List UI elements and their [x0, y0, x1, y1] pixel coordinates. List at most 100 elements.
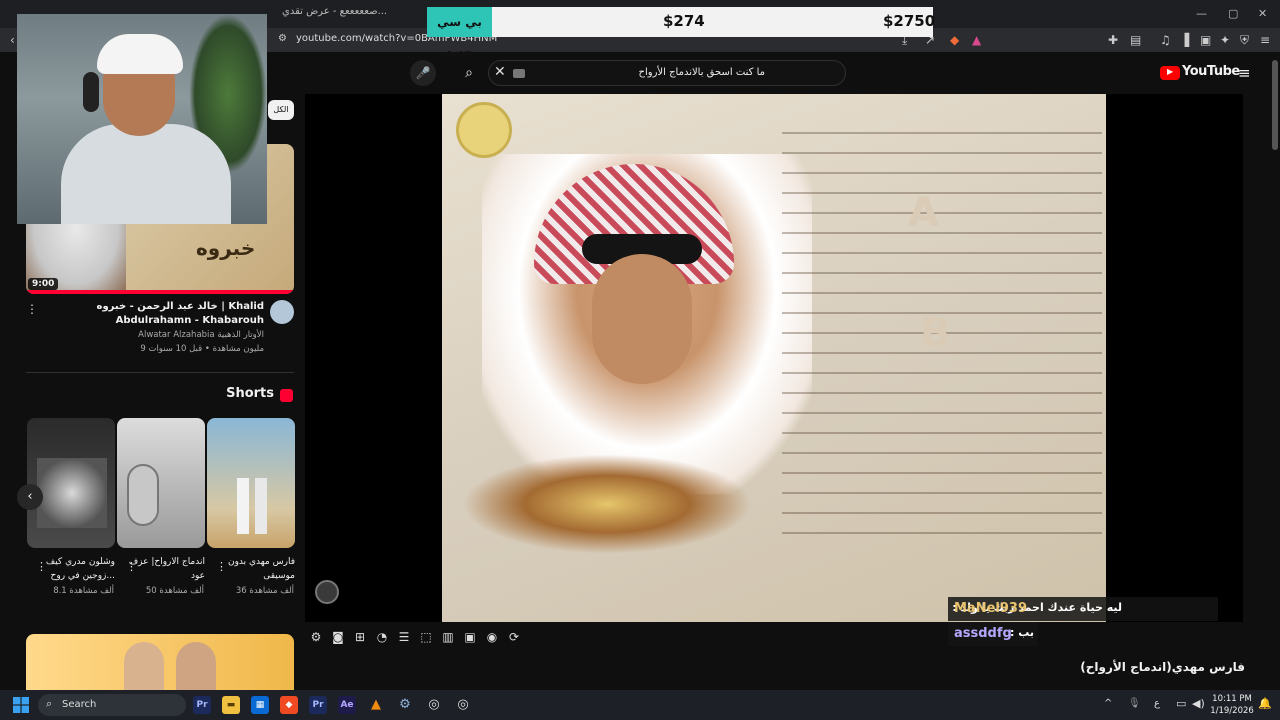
captions-icon[interactable]: ☰	[393, 630, 415, 644]
after-effects-icon[interactable]: Ae	[338, 696, 356, 714]
windows-taskbar: ⌕ Search Pr ▬ ▦ ◆ Pr Ae ▲ ⚙ ◎ ◎ ^ 🎙 ع ▭ …	[0, 690, 1280, 720]
duration-badge: 9:00	[28, 278, 59, 290]
thumb-title-text: خبروه	[196, 236, 256, 260]
wallet-icon[interactable]: ▣	[1200, 33, 1211, 47]
watched-progress-bar	[26, 290, 294, 294]
prev-video-meta: 9 مليون مشاهدة • قبل 10 سنوات	[140, 344, 264, 354]
headphones-icon	[83, 72, 99, 112]
obs-icon[interactable]: ◎	[425, 696, 443, 714]
premiere-icon[interactable]: Pr	[193, 696, 211, 714]
prev-video-title[interactable]: خالد عبد الرحمن - خبروه | Khalid Abdulra…	[50, 300, 264, 328]
chip-all[interactable]: الكل	[268, 100, 294, 120]
settings-icon[interactable]: ⚙	[305, 630, 327, 644]
media-icon[interactable]: ♫	[1160, 33, 1171, 47]
short-thumbnail[interactable]	[207, 418, 295, 548]
short-views: 50 ألف مشاهدة	[145, 586, 204, 596]
hamburger-menu-icon[interactable]: ≡	[1238, 64, 1251, 82]
steam-icon[interactable]: ⚙	[396, 696, 414, 714]
system-clock[interactable]: 10:11 PM 1/19/2026	[1208, 693, 1256, 717]
maximize-icon[interactable]: ▢	[1228, 7, 1238, 20]
vpn-icon[interactable]: ⛨	[1240, 33, 1249, 48]
crop-icon[interactable]: ⬚	[415, 630, 437, 644]
video-title: فارس مهدي(اندماج الأرواح)	[1080, 660, 1245, 674]
network-icon[interactable]: ▭	[1176, 697, 1186, 710]
short-views: 8.1 ألف مشاهدة	[53, 586, 114, 596]
mini-player-icon[interactable]: ▣	[459, 630, 481, 644]
youtube-logo-text[interactable]: YouTube	[1182, 64, 1240, 79]
minimize-icon[interactable]: —	[1196, 7, 1207, 20]
short-thumbnail[interactable]	[27, 418, 115, 548]
price-overlay: بي سي جديد $274 $2750	[427, 7, 935, 59]
oud-rosette-shape	[127, 464, 159, 526]
windows-start-icon[interactable]	[13, 697, 29, 713]
side-b-label: B	[920, 310, 951, 356]
search-input[interactable]: ما كنت اسحق بالاندماج الأرواح	[488, 60, 846, 86]
microphone-icon[interactable]: 🎙	[1128, 698, 1141, 709]
clip-icon[interactable]: ▥	[437, 630, 459, 644]
screenshot-icon[interactable]: ◙	[327, 630, 349, 644]
divider	[26, 372, 294, 373]
figure-shape	[237, 478, 249, 534]
figure-shape	[255, 478, 267, 534]
extensions-icon[interactable]: ✚	[1108, 33, 1118, 47]
more-options-icon[interactable]: ⋮	[26, 302, 38, 316]
brave-rewards-icon[interactable]: ▲	[972, 33, 981, 47]
chevron-left-icon[interactable]: ‹	[17, 484, 43, 510]
store-icon[interactable]: ▦	[251, 696, 269, 714]
group-photo-shape	[37, 458, 107, 528]
cap-shape	[97, 34, 183, 74]
shorts-heading: Shorts	[226, 386, 274, 401]
browser-tab[interactable]: صعععععع - عرض تقدي...	[282, 6, 392, 22]
site-info-icon[interactable]: ⚙	[278, 33, 287, 44]
language-indicator[interactable]: ع	[1154, 698, 1160, 709]
search-input-value: ما كنت اسحق بالاندماج الأرواح	[638, 67, 765, 78]
close-window-icon[interactable]: ✕	[1258, 7, 1267, 20]
next-video-thumbnail[interactable]	[26, 634, 294, 694]
video-player[interactable]: A B	[305, 94, 1243, 622]
more-options-icon[interactable]: ⋮	[36, 560, 47, 573]
leo-icon[interactable]: ✦	[1220, 33, 1230, 47]
obs-recording-icon[interactable]: ◎	[454, 696, 472, 714]
video-frame: A B	[442, 94, 1106, 622]
chat-username: MaNel939	[954, 601, 1027, 616]
prev-video-channel[interactable]: Alwatar Alzahabia الأوتار الذهبية	[50, 330, 264, 340]
short-thumbnail[interactable]	[117, 418, 205, 548]
show-hidden-icons[interactable]: ^	[1104, 698, 1112, 709]
price-low: $274	[663, 12, 705, 30]
clear-search-icon[interactable]: ✕	[494, 64, 506, 80]
channel-watermark-icon[interactable]	[315, 580, 339, 604]
brave-shield-icon[interactable]: ◆	[950, 33, 959, 47]
voice-search-icon[interactable]: 🎤	[410, 60, 436, 86]
chat-username: assddfg	[954, 626, 1012, 641]
clock-date: 1/19/2026	[1210, 706, 1254, 716]
shorts-icon	[280, 389, 293, 402]
more-options-icon[interactable]: ⋮	[216, 560, 227, 573]
person-shape	[124, 642, 164, 694]
chat-message: بب : assddfg	[948, 622, 1038, 646]
page-scrollbar[interactable]	[1272, 60, 1278, 150]
channel-avatar[interactable]	[270, 300, 294, 324]
menu-icon[interactable]: ≡	[1260, 33, 1270, 47]
person-sweater-shape	[61, 124, 231, 224]
add-frame-icon[interactable]: ⊞	[349, 630, 371, 644]
brave-icon[interactable]: ◆	[280, 696, 298, 714]
reader-icon[interactable]: ▤	[1130, 33, 1141, 47]
loop-icon[interactable]: ⟳	[503, 630, 525, 644]
notification-icon[interactable]: 🔔	[1258, 697, 1272, 710]
back-icon[interactable]: ‹	[10, 33, 15, 47]
volume-icon[interactable]: ◀)	[1192, 697, 1205, 710]
side-a-label: A	[908, 190, 939, 236]
player-extension-toolbar: ⚙ ◙ ⊞ ◔ ☰ ⬚ ▥ ▣ ◉ ⟳	[305, 626, 550, 650]
audio-icon[interactable]: ◉	[481, 630, 503, 644]
vlc-icon[interactable]: ▲	[367, 696, 385, 714]
search-icon: ⌕	[46, 697, 53, 710]
taskbar-search[interactable]: ⌕ Search	[38, 694, 186, 716]
file-explorer-icon[interactable]: ▬	[222, 696, 240, 714]
taskbar-search-label: Search	[62, 699, 97, 710]
speed-icon[interactable]: ◔	[371, 630, 393, 644]
more-options-icon[interactable]: ⋮	[126, 560, 137, 573]
clock-time: 10:11 PM	[1212, 694, 1252, 704]
premiere-icon-2[interactable]: Pr	[309, 696, 327, 714]
keyboard-icon[interactable]	[513, 69, 525, 78]
sidebar-toggle-icon[interactable]: ▐	[1180, 33, 1189, 47]
